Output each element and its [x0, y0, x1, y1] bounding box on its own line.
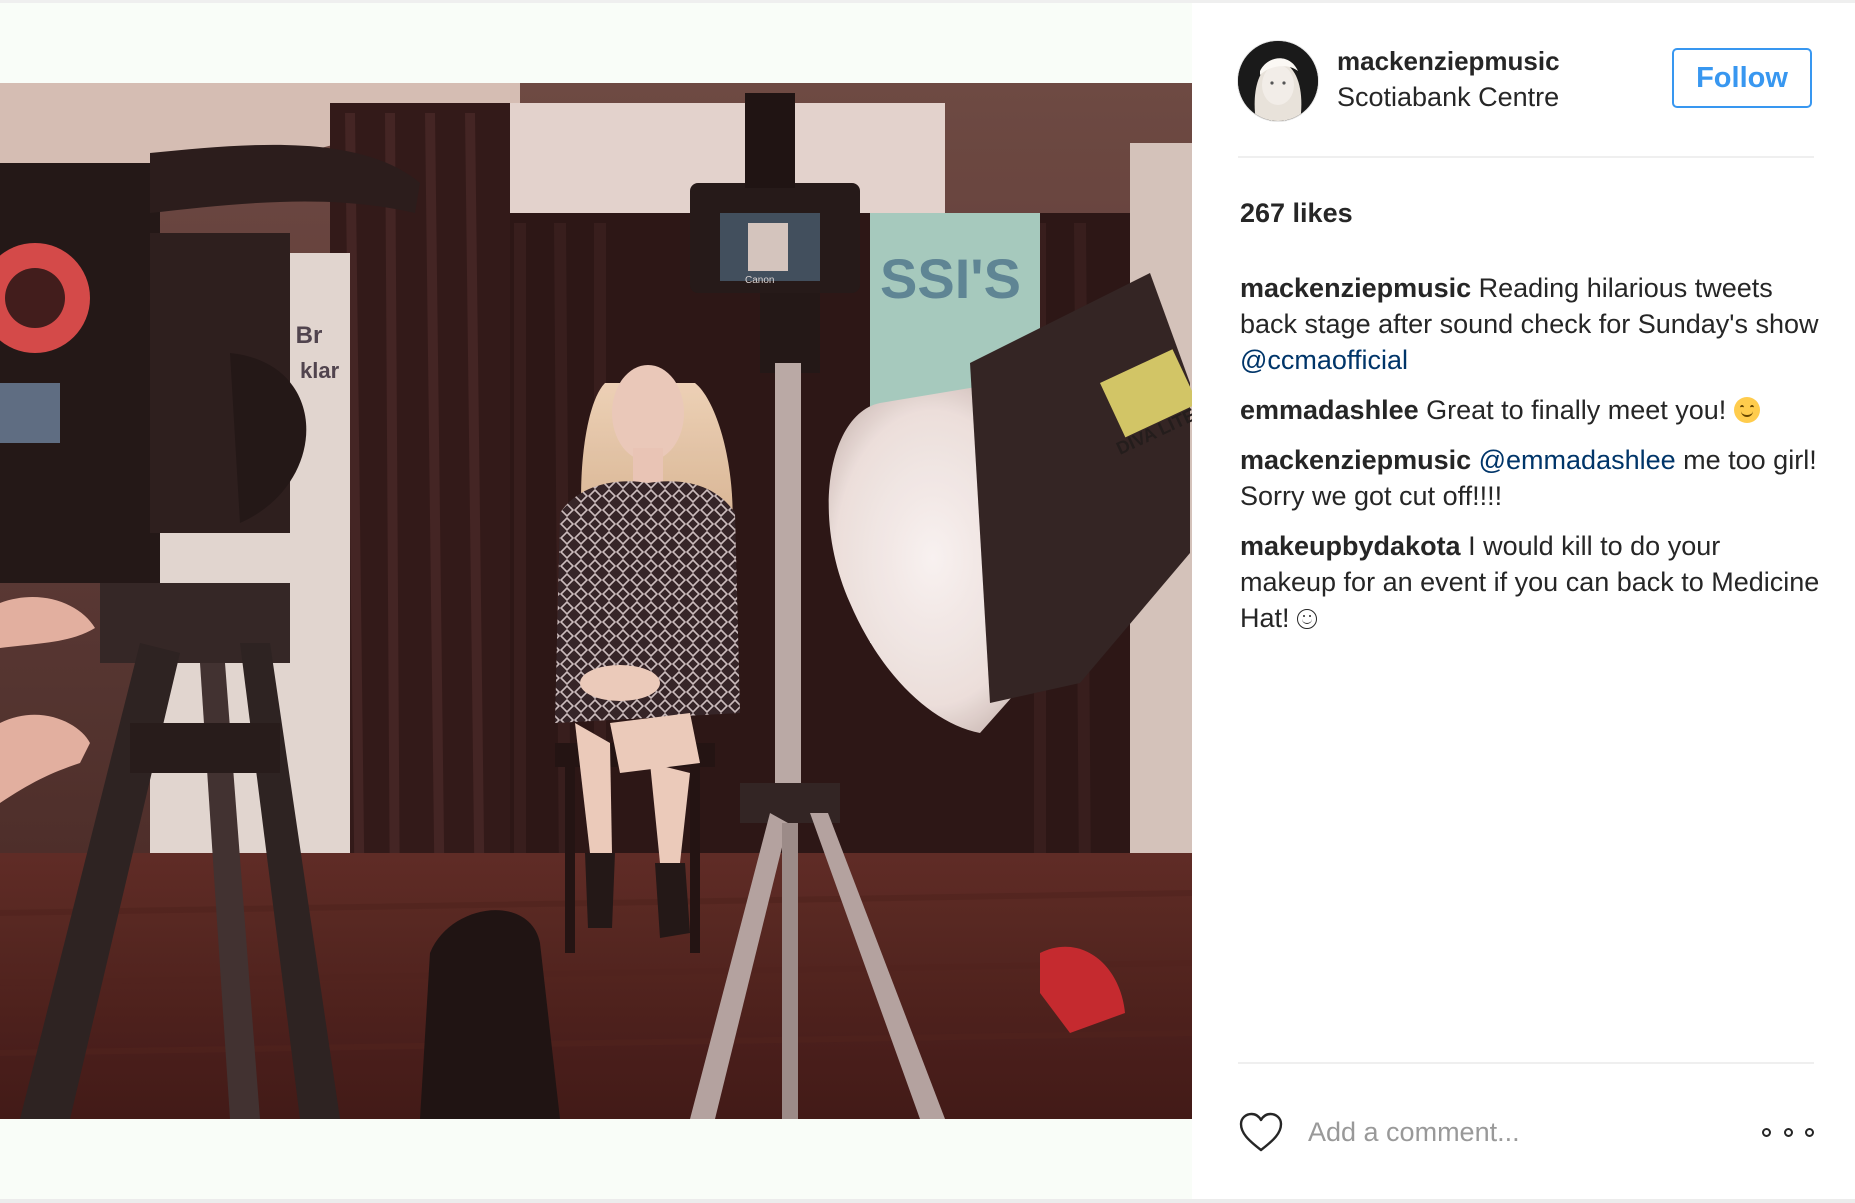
more-dot	[1783, 1127, 1793, 1137]
comment-author[interactable]: mackenziepmusic	[1240, 445, 1471, 475]
comment-item: emmadashlee Great to finally meet you!	[1240, 392, 1820, 428]
white-smiley-icon	[1297, 609, 1318, 629]
more-options-icon[interactable]	[1762, 1120, 1814, 1144]
comment-author[interactable]: makeupbydakota	[1240, 531, 1461, 561]
comment-mention[interactable]: @ccmaofficial	[1240, 345, 1408, 375]
more-dot	[1805, 1127, 1814, 1137]
comment-text: Great to finally meet you!	[1426, 395, 1734, 425]
comment-author[interactable]: emmadashlee	[1240, 395, 1419, 425]
comment-author[interactable]: mackenziepmusic	[1240, 273, 1471, 303]
comment-mention[interactable]: @emmadashlee	[1479, 445, 1676, 475]
comment-item: makeupbydakota I would kill to do your m…	[1240, 528, 1820, 636]
follow-button[interactable]: Follow	[1672, 48, 1812, 108]
post-location[interactable]: Scotiabank Centre	[1337, 82, 1559, 113]
likes-count[interactable]: 267 likes	[1240, 198, 1353, 229]
bottom-divider	[0, 1199, 1855, 1203]
comment-item: mackenziepmusic @emmadashlee me too girl…	[1240, 442, 1820, 514]
heart-outline-icon[interactable]	[1238, 1111, 1284, 1153]
footer-divider	[1238, 1062, 1814, 1064]
user-avatar[interactable]	[1238, 41, 1318, 121]
comment-item: mackenziepmusic Reading hilarious tweets…	[1240, 270, 1820, 378]
comments-list: mackenziepmusic Reading hilarious tweets…	[1240, 270, 1820, 650]
photo-pane: ur Br klar SSI'S DIVA LITE Canon	[0, 3, 1192, 1199]
comment-input[interactable]	[1308, 1110, 1748, 1154]
smiling-face-emoji-icon	[1733, 397, 1760, 423]
post-username[interactable]: mackenziepmusic	[1337, 46, 1560, 77]
more-dot	[1762, 1127, 1771, 1137]
post-photo[interactable]: ur Br klar SSI'S DIVA LITE Canon	[0, 83, 1192, 1119]
header-divider	[1238, 156, 1814, 158]
